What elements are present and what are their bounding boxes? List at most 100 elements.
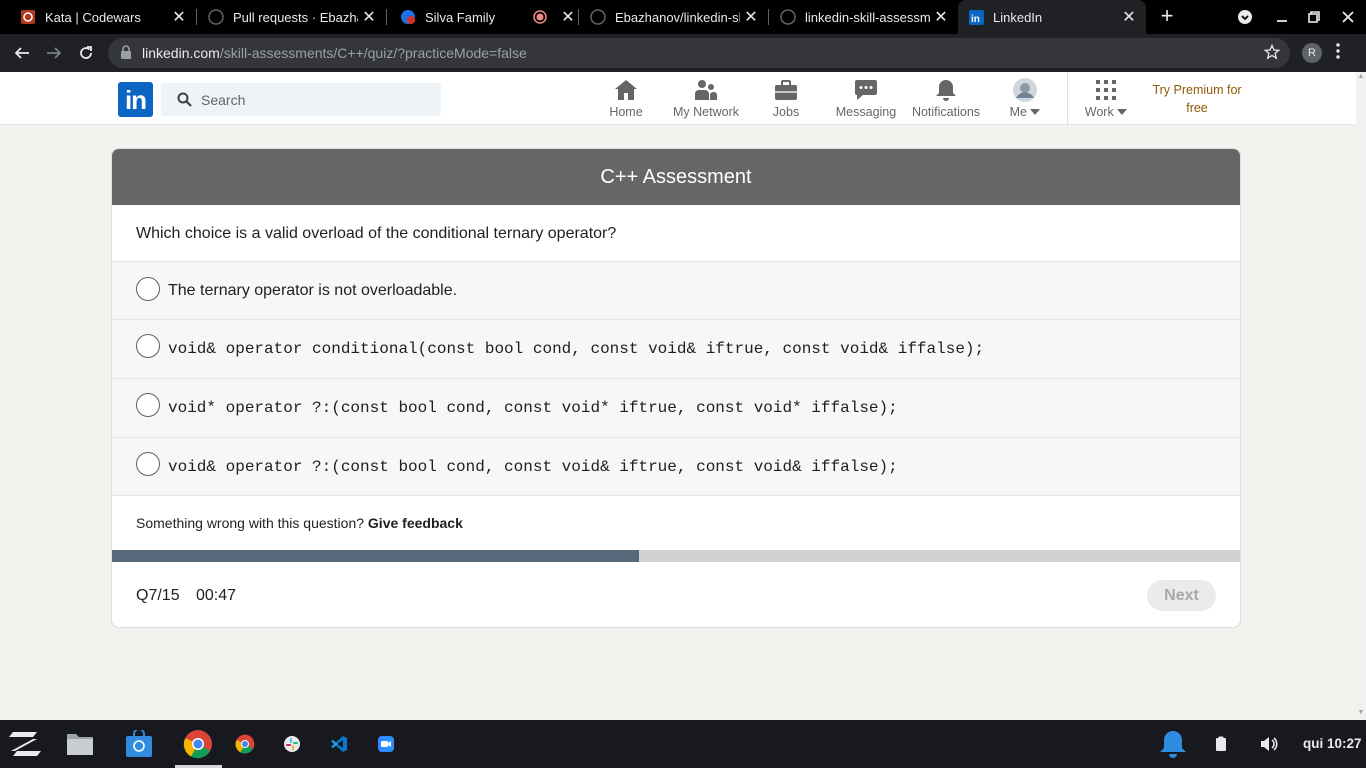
tab-search-icon[interactable] [1229,0,1261,34]
back-icon[interactable] [10,41,34,65]
zorin-menu-icon[interactable] [6,728,44,760]
chrome-icon[interactable] [182,728,214,760]
radio-button[interactable] [136,277,160,301]
chevron-down-icon [1117,109,1128,115]
page-scrollbar[interactable] [1356,72,1366,720]
tab-codewars[interactable]: Kata | Codewars ✕ [0,0,197,34]
clipboard-icon[interactable] [1205,728,1237,760]
restore-icon[interactable] [1298,0,1330,34]
timer: 00:47 [196,587,237,604]
tab-linkedin[interactable]: in LinkedIn ✕ [958,0,1146,34]
url-text: linkedin.com/skill-assessments/C++/quiz/… [142,45,527,61]
tab-silva-family[interactable]: Silva Family [386,0,516,34]
question-counter: Q7/15 [136,587,180,604]
codewars-icon [20,9,36,25]
scroll-up-arrow-icon[interactable]: ▲ [1356,72,1366,82]
home-icon [614,78,638,102]
linkedin-logo[interactable]: in [118,82,153,117]
tab-pull-requests[interactable]: Pull requests · Ebazhanov ✕ [196,0,387,34]
zoom-icon[interactable] [370,728,402,760]
nav-notifications[interactable]: Notifications [907,78,985,122]
nav-home[interactable]: Home [605,78,647,122]
tab-title: linkedin-skill-assessments-quizzes [805,9,930,25]
tab-title: Silva Family [425,9,496,25]
radio-button[interactable] [136,334,160,358]
search-input[interactable] [201,89,421,111]
files-icon[interactable] [64,728,96,760]
answer-option-1[interactable]: The ternary operator is not overloadable… [112,261,1240,319]
radio-button[interactable] [136,452,160,476]
tab-ebazhanov-repo[interactable]: Ebazhanov/linkedin-skill-assessments-qui… [578,0,769,34]
tab-close-icon[interactable]: ✕ [1118,7,1140,27]
forward-icon[interactable] [42,41,66,65]
notifications-bell-icon[interactable] [1157,728,1189,760]
next-button[interactable]: Next [1147,580,1216,611]
answer-option-4[interactable]: void& operator ?:(const bool cond, const… [112,437,1240,496]
assessment-card: C++ Assessment Which choice is a valid o… [111,148,1241,628]
address-bar[interactable]: linkedin.com/skill-assessments/C++/quiz/… [108,38,1290,68]
question-text: Which choice is a valid overload of the … [136,225,617,242]
os-taskbar: qui 10:27 [0,720,1366,768]
answer-option-3[interactable]: void* operator ?:(const bool cond, const… [112,378,1240,437]
try-premium-link[interactable]: Try Premium for free [1142,81,1252,117]
nav-me[interactable]: Me [1005,78,1045,122]
github-icon [208,9,224,25]
vscode-icon[interactable] [323,728,355,760]
option-text: void& operator ?:(const bool cond, const… [168,458,898,476]
tab-close-icon[interactable]: ✕ [740,7,762,27]
chevron-down-icon [1030,109,1041,115]
option-text: void& operator conditional(const bool co… [168,340,985,358]
avatar-icon [1013,78,1037,102]
tab-close-icon[interactable]: ✕ [930,7,952,27]
nav-work[interactable]: Work [1082,78,1130,122]
progress-bar [112,550,1240,562]
slack-icon[interactable] [276,728,308,760]
github-icon [590,9,606,25]
briefcase-icon [774,78,798,102]
browser-toolbar: linkedin.com/skill-assessments/C++/quiz/… [0,34,1366,72]
svg-text:in: in [971,14,980,25]
tab-close-icon[interactable]: ✕ [168,7,190,27]
software-store-icon[interactable] [123,728,155,760]
chrome-secondary-icon[interactable] [229,728,261,760]
give-feedback-link[interactable]: Give feedback [368,515,463,531]
nav-messaging[interactable]: Messaging [832,78,900,122]
tab-title: Ebazhanov/linkedin-skill-assessments-qui… [615,9,740,25]
menu-dots-icon[interactable] [1336,43,1340,64]
reload-icon[interactable] [74,41,98,65]
grid-icon [1095,78,1117,102]
recording-icon [532,9,548,25]
feedback-row: Something wrong with this question? Give… [136,515,463,531]
nav-my-network[interactable]: My Network [668,78,744,122]
tab-close-icon[interactable]: ✕ [358,7,380,27]
assessment-title: C++ Assessment [112,149,1240,205]
close-window-icon[interactable] [1332,0,1364,34]
tab-recording[interactable]: ✕ [516,0,579,34]
bell-icon [935,78,957,102]
tab-title: Kata | Codewars [45,9,141,25]
tab-skill-assessments[interactable]: linkedin-skill-assessments-quizzes ✕ [768,0,958,34]
network-icon [694,78,718,102]
answer-option-2[interactable]: void& operator conditional(const bool co… [112,319,1240,378]
messaging-icon [854,78,878,102]
browser-tab-strip: Kata | Codewars ✕ Pull requests · Ebazha… [0,0,1366,34]
scroll-down-arrow-icon[interactable]: ▼ [1356,708,1366,718]
nav-jobs[interactable]: Jobs [768,78,804,122]
volume-icon[interactable] [1253,728,1285,760]
nav-divider [1067,72,1068,125]
tab-title: Pull requests · Ebazhanov [233,9,358,25]
profile-avatar[interactable]: R [1302,43,1322,63]
radio-button[interactable] [136,393,160,417]
system-clock[interactable]: qui 10:27 [1303,736,1362,751]
linkedin-header: in Home My Network Jobs Messaging Notif [0,72,1356,125]
linkedin-icon: in [968,9,984,25]
minimize-icon[interactable] [1266,0,1298,34]
tab-close-icon[interactable]: ✕ [557,7,579,27]
tab-title: LinkedIn [993,9,1043,25]
bookmark-star-icon[interactable] [1263,43,1281,65]
search-box[interactable] [161,83,441,116]
feedback-prompt: Something wrong with this question? [136,515,365,531]
search-icon [177,92,192,112]
option-text: The ternary operator is not overloadable… [168,282,458,299]
new-tab-icon[interactable]: + [1156,5,1178,27]
